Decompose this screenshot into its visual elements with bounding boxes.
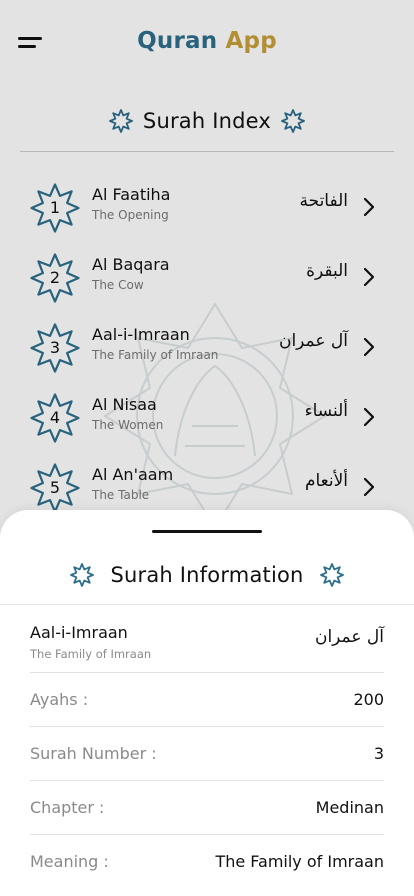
info-value: 200 xyxy=(353,690,384,709)
info-row-chapter: Chapter : Medinan xyxy=(30,780,384,835)
app-title-quran: Quran xyxy=(137,28,218,54)
chevron-right-icon[interactable] xyxy=(362,336,376,358)
octagram-star-icon xyxy=(109,109,133,133)
info-label: Chapter : xyxy=(30,798,105,817)
sheet-drag-handle[interactable] xyxy=(152,530,262,533)
surah-meaning: The Family of Imraan xyxy=(92,348,219,362)
octagram-star-icon xyxy=(281,109,305,133)
heading-divider xyxy=(20,151,394,152)
selected-surah-meaning: The Family of Imraan xyxy=(30,647,152,661)
chevron-right-icon[interactable] xyxy=(362,406,376,428)
surah-arabic-name: ألأنعام xyxy=(304,471,348,491)
chevron-right-icon[interactable] xyxy=(362,476,376,498)
surah-name: Aal-i-Imraan xyxy=(92,325,190,344)
surah-index-title: Surah Index xyxy=(142,109,272,133)
octagram-star-icon xyxy=(70,563,95,587)
surah-meaning: The Cow xyxy=(92,278,144,292)
chevron-right-icon[interactable] xyxy=(362,266,376,288)
surah-list-item[interactable]: 2 Al Baqara The Cow البقرة xyxy=(0,253,414,321)
surah-list-item[interactable]: 3 Aal-i-Imraan The Family of Imraan آل ع… xyxy=(0,323,414,391)
surah-name: Al Faatiha xyxy=(92,185,171,204)
surah-number-badge: 3 xyxy=(30,323,80,373)
info-label: Meaning : xyxy=(30,852,109,871)
surah-list-item[interactable]: 4 Al Nisaa The Women ألنساء xyxy=(0,393,414,461)
app-title: Quran App xyxy=(0,28,414,54)
surah-arabic-name: البقرة xyxy=(306,261,348,281)
surah-number-badge: 5 xyxy=(30,463,80,513)
info-label: Surah Number : xyxy=(30,744,157,763)
surah-meaning: The Opening xyxy=(92,208,169,222)
surah-name: Al An'aam xyxy=(92,465,174,484)
surah-number-badge: 2 xyxy=(30,253,80,303)
surah-number: 5 xyxy=(49,478,61,497)
surah-number: 3 xyxy=(49,338,61,357)
app-title-app: App xyxy=(225,28,277,54)
surah-list-item[interactable]: 1 Al Faatiha The Opening الفاتحة xyxy=(0,183,414,251)
chevron-right-icon[interactable] xyxy=(362,196,376,218)
surah-index-heading: Surah Index xyxy=(0,104,414,138)
surah-number: 2 xyxy=(49,268,61,287)
app-header: Quran App xyxy=(0,0,414,86)
surah-name: Al Baqara xyxy=(92,255,170,274)
info-label: Ayahs : xyxy=(30,690,89,709)
surah-arabic-name: آل عمران xyxy=(278,331,348,351)
info-row-surah-number: Surah Number : 3 xyxy=(30,726,384,781)
selected-surah-header: Aal-i-Imraan The Family of Imraan آل عمر… xyxy=(30,623,384,675)
surah-arabic-name: ألنساء xyxy=(304,401,348,421)
info-row-meaning: Meaning : The Family of Imraan xyxy=(30,834,384,889)
selected-surah-arabic: آل عمران xyxy=(314,627,384,647)
surah-number: 4 xyxy=(49,408,61,427)
sheet-heading: Surah Information xyxy=(0,558,414,592)
surah-number-badge: 1 xyxy=(30,183,80,233)
surah-number-badge: 4 xyxy=(30,393,80,443)
surah-meaning: The Women xyxy=(92,418,164,432)
octagram-star-icon xyxy=(319,563,344,587)
info-value: The Family of Imraan xyxy=(215,852,384,871)
info-value: Medinan xyxy=(315,798,384,817)
surah-meaning: The Table xyxy=(92,488,150,502)
sheet-title: Surah Information xyxy=(110,563,304,587)
surah-name: Al Nisaa xyxy=(92,395,157,414)
selected-surah-name: Aal-i-Imraan xyxy=(30,623,128,642)
info-row-ayahs: Ayahs : 200 xyxy=(30,672,384,727)
sheet-divider xyxy=(0,604,414,605)
surah-information-sheet: Surah Information Aal-i-Imraan The Famil… xyxy=(0,510,414,896)
info-value: 3 xyxy=(373,744,384,763)
surah-arabic-name: الفاتحة xyxy=(299,191,348,211)
surah-number: 1 xyxy=(49,198,61,217)
